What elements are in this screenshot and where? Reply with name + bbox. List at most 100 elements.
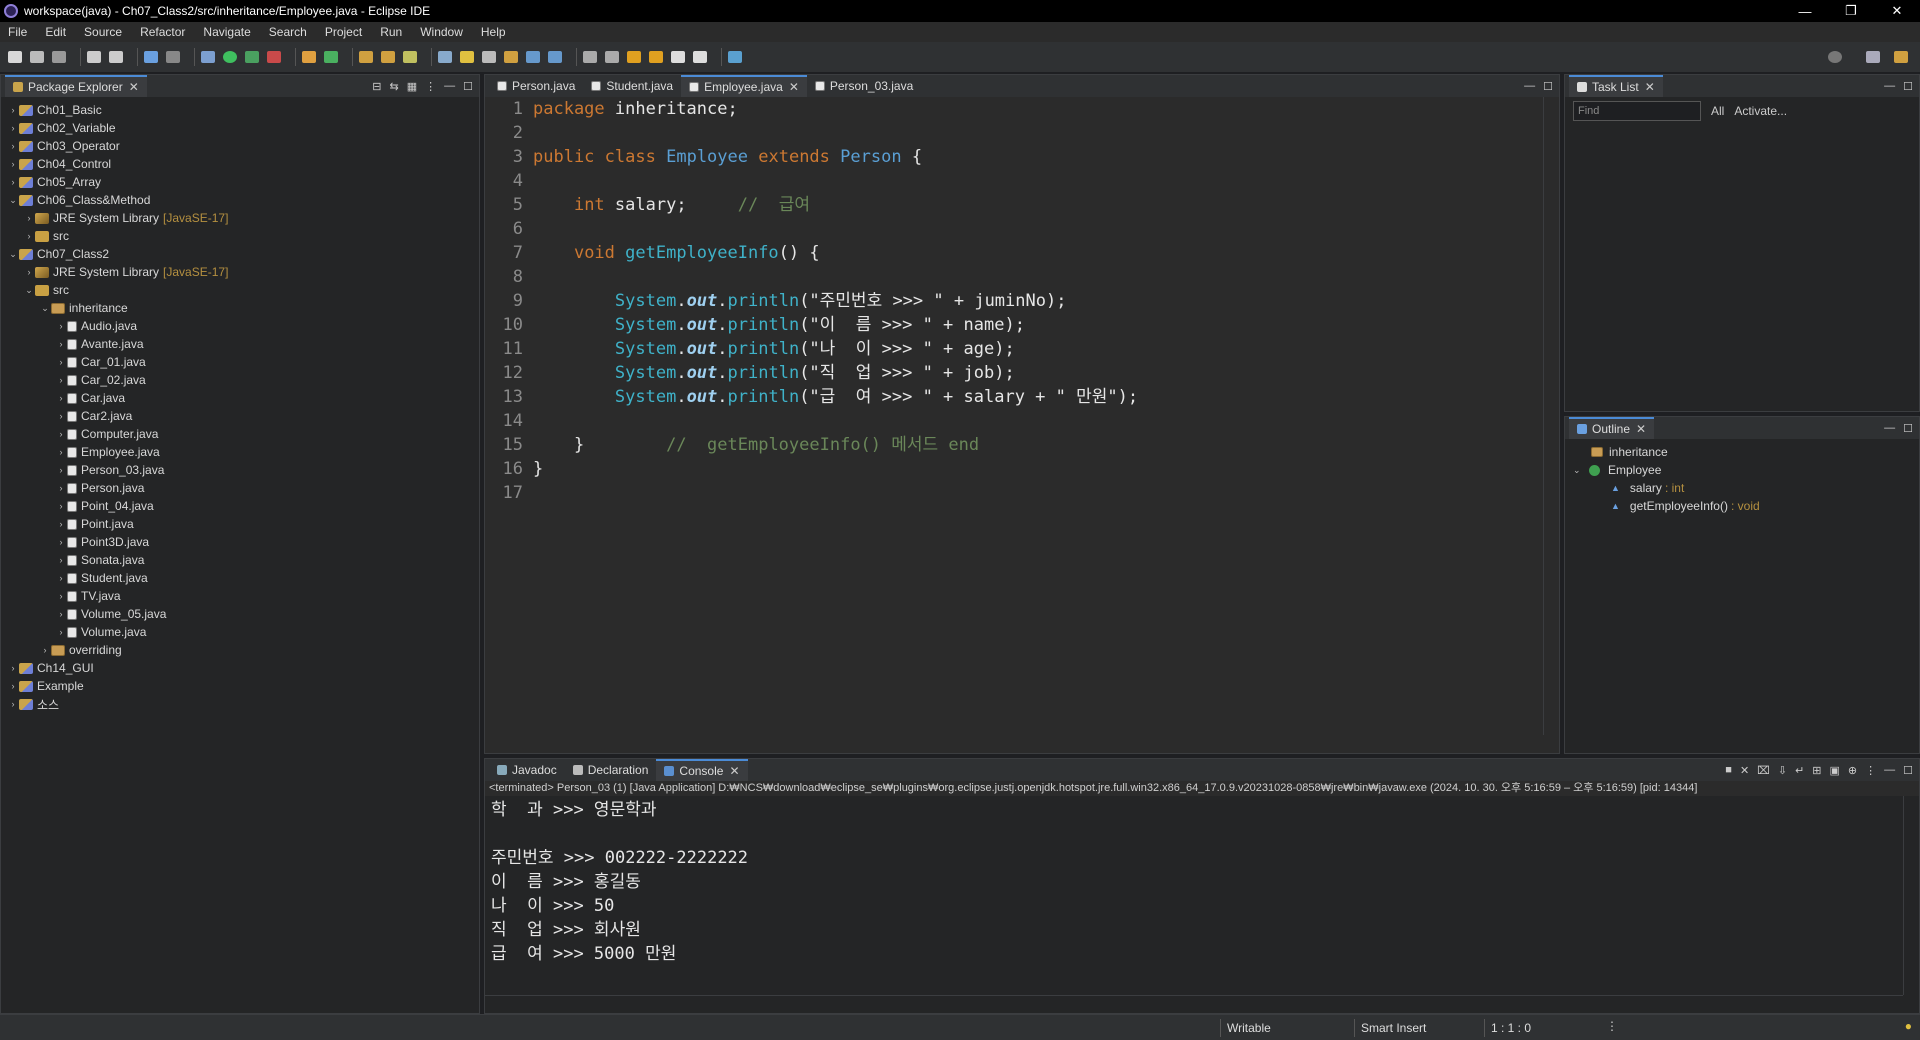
tab-task-list[interactable]: Task List ✕ [1569, 75, 1663, 97]
tree-item[interactable]: › Avante.java [1, 335, 479, 353]
chevron-right-icon[interactable]: › [55, 375, 67, 385]
tree-item[interactable]: › Ch05_Array [1, 173, 479, 191]
tree-item[interactable]: › Ch14_GUI [1, 659, 479, 677]
undo-icon[interactable] [87, 51, 101, 63]
highlight-icon[interactable] [460, 51, 474, 63]
tip-icon[interactable]: ● [1905, 1019, 1912, 1033]
chevron-right-icon[interactable]: › [55, 447, 67, 457]
task-activate-link[interactable]: Activate... [1734, 104, 1787, 118]
console-horizontal-scrollbar[interactable] [485, 995, 1903, 1013]
chevron-right-icon[interactable]: › [23, 267, 35, 277]
coverage-icon[interactable] [245, 51, 259, 63]
clear-console-icon[interactable]: ⌧ [1757, 764, 1770, 777]
minimize-icon[interactable]: — [1884, 764, 1895, 776]
tree-item[interactable]: › Car2.java [1, 407, 479, 425]
menu-file[interactable]: File [8, 25, 27, 39]
next-annotation-icon[interactable] [583, 51, 597, 63]
tab-outline[interactable]: Outline ✕ [1569, 417, 1655, 439]
chevron-down-icon[interactable]: ⌄ [23, 285, 35, 296]
tree-item[interactable]: › Point_04.java [1, 497, 479, 515]
tree-item[interactable]: › Ch04_Control [1, 155, 479, 173]
tab-console[interactable]: Console ✕ [656, 759, 748, 781]
tree-item[interactable]: › Audio.java [1, 317, 479, 335]
prev-annotation-icon[interactable] [605, 51, 619, 63]
tree-item[interactable]: › Car_01.java [1, 353, 479, 371]
outline-method-row[interactable]: ▲ getEmployeeInfo() : void [1565, 497, 1919, 515]
show-whitespace-icon[interactable] [548, 51, 562, 63]
chevron-right-icon[interactable]: › [7, 663, 19, 673]
close-icon[interactable]: ✕ [1636, 422, 1646, 436]
editor-vertical-scrollbar[interactable] [1543, 97, 1559, 735]
toggle-block-icon[interactable] [482, 51, 496, 63]
outline-package-row[interactable]: inheritance [1565, 443, 1919, 461]
chevron-down-icon[interactable]: ⌄ [7, 195, 19, 206]
tree-item[interactable]: ⌄ Ch07_Class2 [1, 245, 479, 263]
chevron-right-icon[interactable]: › [55, 357, 67, 367]
maximize-icon[interactable]: ☐ [1903, 422, 1913, 435]
chevron-right-icon[interactable]: › [7, 699, 19, 709]
tree-item[interactable]: › Volume.java [1, 623, 479, 641]
chevron-right-icon[interactable]: › [7, 159, 19, 169]
tree-item[interactable]: › Volume_05.java [1, 605, 479, 623]
tree-item[interactable]: › Computer.java [1, 425, 479, 443]
console-output[interactable]: 학 과 >>> 영문학과 주민번호 >>> 002222-2222222 이 름 >… [485, 796, 1919, 966]
tab-package-explorer[interactable]: Package Explorer ✕ [5, 75, 147, 97]
tree-item[interactable]: › Person_03.java [1, 461, 479, 479]
tree-item[interactable]: › Point.java [1, 515, 479, 533]
chevron-right-icon[interactable]: › [55, 555, 67, 565]
editor-horizontal-scrollbar[interactable] [533, 735, 1543, 753]
chevron-right-icon[interactable]: › [55, 519, 67, 529]
menu-edit[interactable]: Edit [45, 25, 66, 39]
collapse-all-icon[interactable]: ⊟ [372, 80, 381, 93]
task-filter-all[interactable]: All [1711, 104, 1724, 118]
pin-editor-icon[interactable] [728, 51, 742, 63]
tree-item[interactable]: › TV.java [1, 587, 479, 605]
word-wrap-icon[interactable]: ↵ [1795, 764, 1804, 777]
link-editor-icon[interactable]: ⇆ [390, 80, 399, 93]
minimize-icon[interactable]: — [1782, 0, 1828, 22]
chevron-right-icon[interactable]: › [55, 537, 67, 547]
restore-icon[interactable]: ❐ [1828, 0, 1874, 22]
tab-employee-java[interactable]: Employee.java ✕ [681, 75, 807, 97]
terminate-icon[interactable]: ■ [1725, 764, 1732, 776]
tree-item[interactable]: ⌄ inheritance [1, 299, 479, 317]
outline-class-row[interactable]: ⌄ Employee [1565, 461, 1919, 479]
menu-help[interactable]: Help [481, 25, 506, 39]
filter-icon[interactable]: ▦ [407, 80, 417, 93]
pin-console-icon[interactable]: ⊞ [1812, 764, 1821, 777]
remove-launch-icon[interactable]: ✕ [1740, 764, 1749, 777]
chevron-right-icon[interactable]: › [7, 681, 19, 691]
tree-item[interactable]: › Sonata.java [1, 551, 479, 569]
new-icon[interactable] [8, 51, 22, 63]
tree-item[interactable]: › Employee.java [1, 443, 479, 461]
menu-run[interactable]: Run [380, 25, 402, 39]
forward-icon[interactable] [693, 51, 707, 63]
open-console-icon[interactable]: ⊕ [1848, 764, 1857, 777]
view-menu-icon[interactable]: ⋮ [1865, 764, 1876, 777]
skip-breakpoints-icon[interactable] [166, 51, 180, 63]
close-icon[interactable]: ✕ [1645, 80, 1655, 94]
save-icon[interactable] [30, 51, 44, 63]
scroll-lock-icon[interactable]: ⇩ [1778, 764, 1787, 777]
last-edit-icon[interactable] [627, 51, 641, 63]
search-tool-icon[interactable] [403, 51, 417, 63]
forward-edit-icon[interactable] [649, 51, 663, 63]
open-perspective-icon[interactable] [1866, 51, 1880, 63]
tab-declaration[interactable]: Declaration [565, 759, 657, 781]
tree-item[interactable]: › overriding [1, 641, 479, 659]
maximize-icon[interactable]: ☐ [1903, 764, 1913, 777]
chevron-right-icon[interactable]: › [55, 465, 67, 475]
menu-window[interactable]: Window [420, 25, 463, 39]
tree-item[interactable]: › Ch03_Operator [1, 137, 479, 155]
search-icon[interactable] [1828, 51, 1842, 63]
tab-javadoc[interactable]: Javadoc [489, 759, 565, 781]
menu-source[interactable]: Source [84, 25, 122, 39]
close-icon[interactable]: ✕ [789, 80, 799, 94]
minimize-icon[interactable]: — [1524, 80, 1535, 92]
close-icon[interactable]: ✕ [1874, 0, 1920, 22]
chevron-right-icon[interactable]: › [55, 483, 67, 493]
tree-item[interactable]: › Example [1, 677, 479, 695]
tree-item[interactable]: › JRE System Library [JavaSE-17] [1, 209, 479, 227]
tree-item[interactable]: › Car.java [1, 389, 479, 407]
terminal-icon[interactable] [144, 51, 158, 63]
